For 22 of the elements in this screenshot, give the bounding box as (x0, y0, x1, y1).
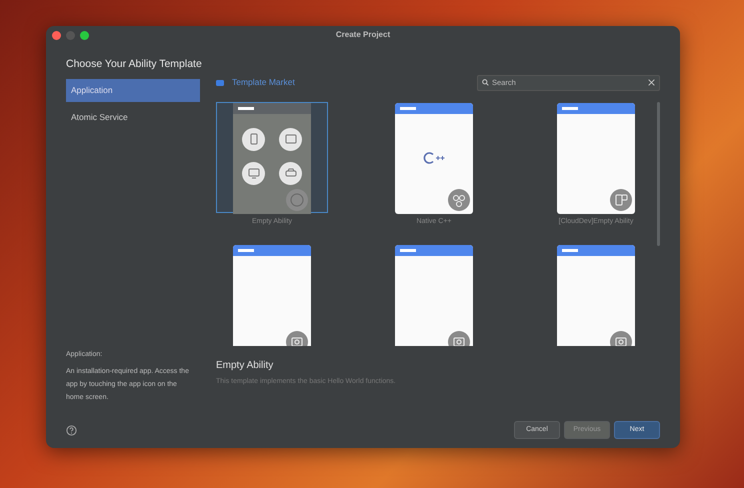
template-type-icon (610, 188, 632, 211)
help-icon[interactable] (66, 424, 77, 436)
sidebar-item[interactable]: Atomic Service (66, 106, 200, 128)
clear-icon[interactable] (648, 79, 655, 86)
template-title: Empty Ability (216, 360, 274, 371)
device-icon (279, 128, 302, 151)
search-icon (482, 79, 489, 86)
sidebar-item[interactable]: Application (66, 78, 200, 102)
dialog-heading: Choose Your Ability Template (66, 58, 202, 70)
close-icon[interactable] (52, 30, 61, 40)
scrollbar[interactable] (657, 102, 660, 246)
device-icon (242, 162, 265, 185)
template-market-link[interactable]: Template Market (216, 76, 295, 90)
zoom-icon[interactable] (80, 30, 89, 40)
template-type-icon (448, 188, 470, 211)
template-type-icon (286, 188, 308, 211)
window-title: Create Project (336, 30, 390, 39)
template-card[interactable] (216, 102, 328, 213)
device-icon (279, 162, 302, 185)
device-icon (242, 128, 265, 151)
market-icon (216, 80, 224, 86)
cpp-logo-icon (423, 150, 445, 165)
